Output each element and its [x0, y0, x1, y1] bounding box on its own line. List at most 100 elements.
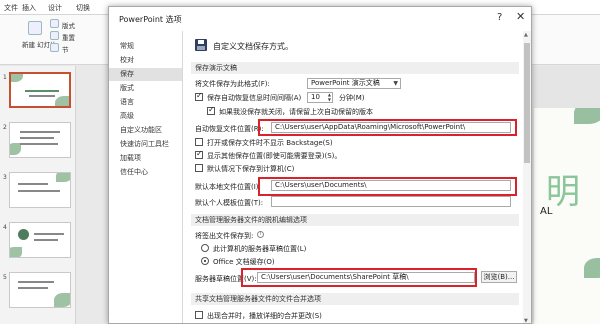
- scroll-thumb[interactable]: [524, 43, 530, 163]
- leaf-decoration: [10, 247, 22, 257]
- reset-icon[interactable]: [50, 31, 59, 40]
- leaf-decoration: [55, 96, 69, 106]
- default-local-path-label: 默认本地文件位置(I):: [195, 183, 261, 191]
- browse-button[interactable]: 浏览(B)...: [481, 271, 517, 283]
- section-icon[interactable]: [50, 43, 59, 52]
- nav-item-language[interactable]: 语言: [109, 96, 182, 109]
- keep-last-autosave-checkbox[interactable]: [207, 105, 215, 115]
- save-format-value: PowerPoint 演示文稿: [311, 79, 380, 87]
- leaf-decoration: [54, 293, 70, 307]
- text-line: [20, 131, 60, 133]
- new-slide-icon[interactable]: [28, 21, 42, 35]
- slide-thumbnail-2[interactable]: [9, 122, 71, 158]
- layout-button[interactable]: 版式: [62, 20, 75, 30]
- keep-last-autosave-label: 如果我没保存就关闭，请保留上次自动保留的版本: [219, 108, 373, 116]
- show-more-locations-checkbox[interactable]: [195, 149, 203, 159]
- merge-details-label: 出现合并时，播放详细的合并更改(S): [207, 312, 322, 320]
- slide-number: 1: [3, 74, 7, 81]
- nav-item-proofing[interactable]: 校对: [109, 54, 182, 67]
- office-cache-label: Office 文档缓存(O): [213, 258, 275, 266]
- server-drafts-radio[interactable]: [201, 244, 209, 252]
- chevron-down-icon: ▼: [393, 80, 398, 87]
- default-template-path-label: 默认个人模板位置(T):: [195, 199, 264, 207]
- spinner-arrows-icon[interactable]: ▲ ▼: [328, 92, 331, 102]
- server-drafts-label: 此计算机的服务器草稿位置(L): [213, 245, 307, 253]
- leaf-decoration: [56, 173, 70, 182]
- slide-number: 3: [3, 174, 7, 181]
- text-line: [18, 287, 48, 289]
- nav-item-save[interactable]: 保存: [109, 68, 182, 81]
- nav-item-quick-access-toolbar[interactable]: 快速访问工具栏: [109, 138, 182, 151]
- autorecover-checkbox[interactable]: [195, 91, 203, 101]
- nav-item-add-ins[interactable]: 加载项: [109, 152, 182, 165]
- text-line: [29, 95, 55, 97]
- leaf-decoration: [11, 74, 23, 82]
- office-cache-radio[interactable]: [201, 257, 209, 265]
- slide-thumbnail-1[interactable]: [9, 72, 71, 108]
- nav-item-layout[interactable]: 版式: [109, 82, 182, 95]
- options-scrollbar[interactable]: ▲ ▼: [523, 31, 531, 323]
- tab-insert[interactable]: 插入: [22, 3, 36, 13]
- autorecover-minutes-spinner[interactable]: 10 ▲ ▼: [307, 92, 333, 103]
- save-format-select[interactable]: PowerPoint 演示文稿 ▼: [307, 78, 401, 89]
- reset-button[interactable]: 重置: [62, 32, 75, 42]
- nav-item-advanced[interactable]: 高级: [109, 110, 182, 123]
- text-line: [18, 190, 60, 192]
- text-line: [20, 143, 58, 145]
- nav-item-trust-center[interactable]: 信任中心: [109, 166, 182, 179]
- slide-number: 4: [3, 224, 7, 231]
- powerpoint-options-dialog: PowerPoint 选项 ? ✕ 常规 校对 保存 版式 语言 高级 自定义功…: [108, 6, 532, 324]
- save-to-computer-checkbox[interactable]: [195, 164, 203, 172]
- highlight-autorecover-path: [258, 119, 517, 136]
- dialog-title: PowerPoint 选项: [119, 15, 182, 24]
- info-icon: i: [257, 231, 264, 238]
- no-backstage-checkbox[interactable]: [195, 138, 203, 146]
- text-line: [18, 281, 54, 283]
- title-line: [25, 90, 59, 92]
- number-circle: [18, 229, 29, 240]
- save-to-computer-label: 默认情况下保存到计算机(C): [207, 165, 295, 173]
- options-nav: 常规 校对 保存 版式 语言 高级 自定义功能区 快速访问工具栏 加载项 信任中…: [109, 31, 183, 323]
- slide-thumbnail-3[interactable]: [9, 172, 71, 208]
- tab-transitions[interactable]: 切换: [76, 3, 90, 13]
- section-header-merge: 共享文档管理服务器文件的文件合并选项: [191, 293, 519, 305]
- save-format-label: 将文件保存为此格式(F):: [195, 80, 270, 88]
- slide-thumbnail-pane: 1 2 3 4 5: [0, 66, 76, 324]
- slide-canvas[interactable]: 明 AL: [534, 108, 600, 324]
- section-header-server-offline: 文档管理服务器文件的脱机编辑选项: [191, 214, 519, 226]
- minutes-label: 分钟(M): [339, 94, 365, 102]
- leaf-decoration: [584, 258, 600, 278]
- scroll-down-icon[interactable]: ▼: [524, 318, 528, 323]
- default-template-path-field[interactable]: [271, 196, 511, 207]
- close-button[interactable]: ✕: [516, 10, 525, 23]
- nav-item-general[interactable]: 常规: [109, 40, 182, 53]
- leaf-decoration: [574, 108, 600, 124]
- show-more-locations-label: 显示其他保存位置(即使可能需要登录)(S)。: [207, 152, 342, 160]
- text-line: [34, 233, 64, 235]
- text-line: [18, 183, 48, 185]
- slide-number: 5: [3, 274, 7, 281]
- slide-thumbnail-5[interactable]: [9, 272, 71, 308]
- layout-icon[interactable]: [50, 19, 59, 28]
- merge-details-checkbox[interactable]: [195, 311, 203, 319]
- text-line: [20, 137, 54, 139]
- autorecover-minutes-value: 10: [311, 93, 320, 101]
- highlight-default-local-path: [258, 177, 517, 196]
- page-header: 自定义文档保存方式。: [213, 42, 293, 51]
- tab-design[interactable]: 设计: [48, 3, 62, 13]
- section-button[interactable]: 节: [62, 44, 69, 54]
- nav-item-customize-ribbon[interactable]: 自定义功能区: [109, 124, 182, 137]
- options-content: 自定义文档保存方式。 保存演示文稿 将文件保存为此格式(F): PowerPoi…: [191, 31, 527, 323]
- tab-file[interactable]: 文件: [4, 3, 18, 13]
- slide-number: 2: [3, 124, 7, 131]
- slide-thumbnail-4[interactable]: [9, 222, 71, 258]
- scroll-up-icon[interactable]: ▲: [524, 32, 528, 38]
- section-header-save: 保存演示文稿: [191, 62, 519, 74]
- slide-subtitle: AL: [540, 206, 553, 217]
- autorecover-path-label: 自动恢复文件位置(R):: [195, 125, 264, 133]
- help-button[interactable]: ?: [497, 12, 502, 23]
- text-line: [34, 239, 58, 241]
- no-backstage-label: 打开或保存文件时不显示 Backstage(S): [207, 139, 333, 147]
- checkout-location-label: 将签出文件保存到:: [195, 232, 254, 240]
- autorecover-label: 保存自动恢复信息时间间隔(A): [207, 94, 302, 102]
